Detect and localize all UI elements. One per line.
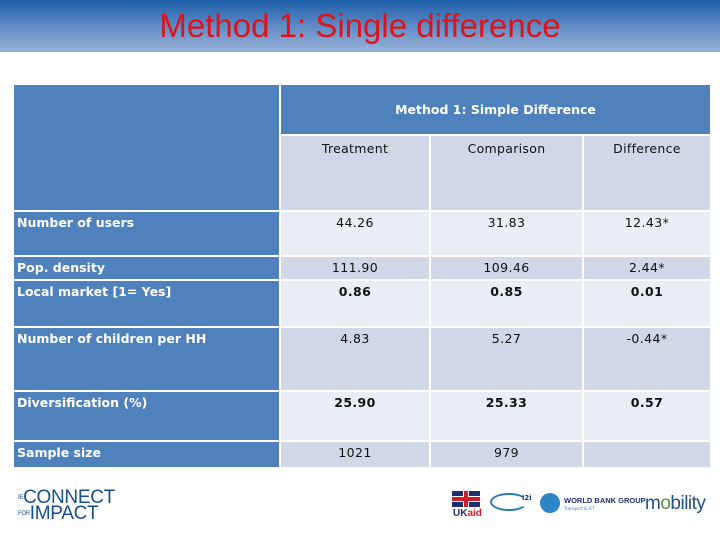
i2i-logo: i2i	[522, 494, 532, 502]
table-row: Local market [1= Yes] 0.86 0.85 0.01	[14, 281, 710, 326]
comparison-value: 979	[431, 442, 582, 467]
difference-value: -0.44*	[584, 328, 710, 390]
treatment-value: 0.86	[281, 281, 429, 326]
difference-value: 0.57	[584, 392, 710, 440]
table-row: Number of children per HH 4.83 5.27 -0.4…	[14, 328, 710, 390]
row-label: Diversification (%)	[14, 392, 279, 440]
row-label: Number of users	[14, 212, 279, 255]
world-bank-logo: WORLD BANK GROUP	[564, 496, 646, 505]
span-header: Method 1: Simple Difference	[281, 85, 710, 134]
logo-line2: IMPACT	[29, 503, 99, 525]
comparison-value: 109.46	[431, 257, 582, 279]
row-label: Pop. density	[14, 257, 279, 279]
table-row: Diversification (%) 25.90 25.33 0.57	[14, 392, 710, 440]
results-table: Method 1: Simple Difference Treatment Co…	[12, 83, 712, 469]
table-row: Pop. density 111.90 109.46 2.44*	[14, 257, 710, 279]
mobility-rest: bility	[670, 493, 706, 514]
slide-title: Method 1: Single difference	[159, 7, 561, 44]
table-row: Sample size 1021 979	[14, 442, 710, 467]
column-header-comparison: Comparison	[431, 136, 582, 210]
mobility-m: m	[645, 493, 661, 514]
row-label: Number of children per HH	[14, 328, 279, 390]
span-header-row: Method 1: Simple Difference	[14, 85, 710, 210]
treatment-value: 4.83	[281, 328, 429, 390]
partner-logos: UKaid i2i WORLD BANK GROUP Transport & I…	[452, 489, 712, 525]
comparison-value: 5.27	[431, 328, 582, 390]
sustainable-mobility-logo: mobility	[645, 493, 706, 515]
mobility-o: o	[660, 493, 671, 514]
title-bar: Method 1: Single difference	[0, 0, 720, 52]
table-row: Number of users 44.26 31.83 12.43*	[14, 212, 710, 255]
difference-value: 12.43*	[584, 212, 710, 255]
treatment-value: 1021	[281, 442, 429, 467]
comparison-value: 31.83	[431, 212, 582, 255]
comparison-value: 0.85	[431, 281, 582, 326]
union-jack-icon	[452, 491, 480, 507]
difference-value	[584, 442, 710, 467]
world-bank-globe-icon	[540, 493, 560, 513]
treatment-value: 44.26	[281, 212, 429, 255]
difference-value: 0.01	[584, 281, 710, 326]
ukaid-uk: UK	[453, 508, 468, 519]
row-label: Sample size	[14, 442, 279, 467]
treatment-value: 25.90	[281, 392, 429, 440]
world-bank-subtitle: Transport & ICT	[564, 506, 595, 511]
treatment-value: 111.90	[281, 257, 429, 279]
ukaid-logo: UKaid	[453, 508, 482, 519]
connect-for-impact-logo: IECONNECT FORIMPACT	[18, 488, 115, 525]
logo-for: FOR	[18, 511, 30, 518]
corner-cell	[14, 85, 279, 210]
column-header-treatment: Treatment	[281, 136, 429, 210]
ukaid-aid: aid	[467, 508, 482, 519]
difference-value: 2.44*	[584, 257, 710, 279]
column-header-difference: Difference	[584, 136, 710, 210]
comparison-value: 25.33	[431, 392, 582, 440]
row-label: Local market [1= Yes]	[14, 281, 279, 326]
